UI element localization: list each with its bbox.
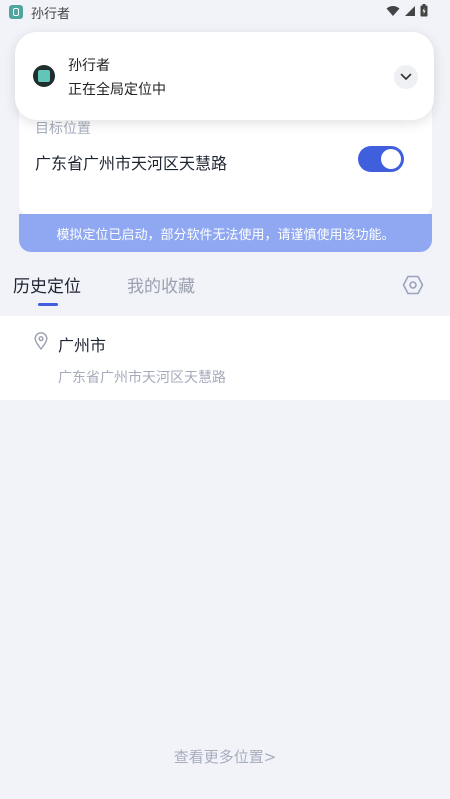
target-address: 广东省广州市天河区天慧路: [35, 154, 228, 173]
history-city: 广州市: [58, 336, 107, 355]
status-bar: 孙行者: [0, 0, 450, 24]
notification-expand-button[interactable]: [394, 65, 418, 89]
location-pin-icon: [34, 332, 48, 350]
history-address: 广东省广州市天河区天慧路: [58, 370, 226, 386]
settings-icon[interactable]: [402, 274, 424, 296]
active-tab-indicator: [38, 303, 58, 306]
notification-app-icon: [33, 65, 55, 87]
battery-icon: [420, 4, 428, 17]
warning-banner: 模拟定位已启动，部分软件无法使用，请谨慎使用该功能。: [19, 214, 432, 252]
notification[interactable]: 孙行者 正在全局定位中: [15, 32, 434, 120]
app-icon: [9, 5, 23, 19]
view-more-link[interactable]: 查看更多位置>: [0, 746, 450, 767]
tab-bar: 历史定位 我的收藏: [0, 268, 450, 314]
notification-text: 正在全局定位中: [68, 82, 166, 98]
status-icons: [386, 4, 428, 17]
signal-icon: [405, 5, 415, 16]
toggle-knob: [381, 149, 401, 169]
tab-history[interactable]: 历史定位: [13, 272, 81, 297]
wifi-icon: [386, 5, 400, 16]
notification-title: 孙行者: [68, 58, 110, 74]
status-app-name: 孙行者: [31, 6, 71, 22]
history-list: 广州市 广东省广州市天河区天慧路: [0, 316, 450, 400]
chevron-down-icon: [400, 73, 412, 80]
screen: 孙行者 目标位置 广东省广州市天河区天慧路 模拟定位已启动，部分软件无法使用，请…: [0, 0, 450, 799]
warning-text: 模拟定位已启动，部分软件无法使用，请谨慎使用该功能。: [56, 227, 395, 243]
tab-favorites[interactable]: 我的收藏: [127, 272, 195, 297]
list-item[interactable]: 广州市 广东省广州市天河区天慧路: [0, 316, 450, 400]
mock-location-toggle[interactable]: [358, 146, 404, 172]
target-location-label: 目标位置: [35, 121, 91, 137]
